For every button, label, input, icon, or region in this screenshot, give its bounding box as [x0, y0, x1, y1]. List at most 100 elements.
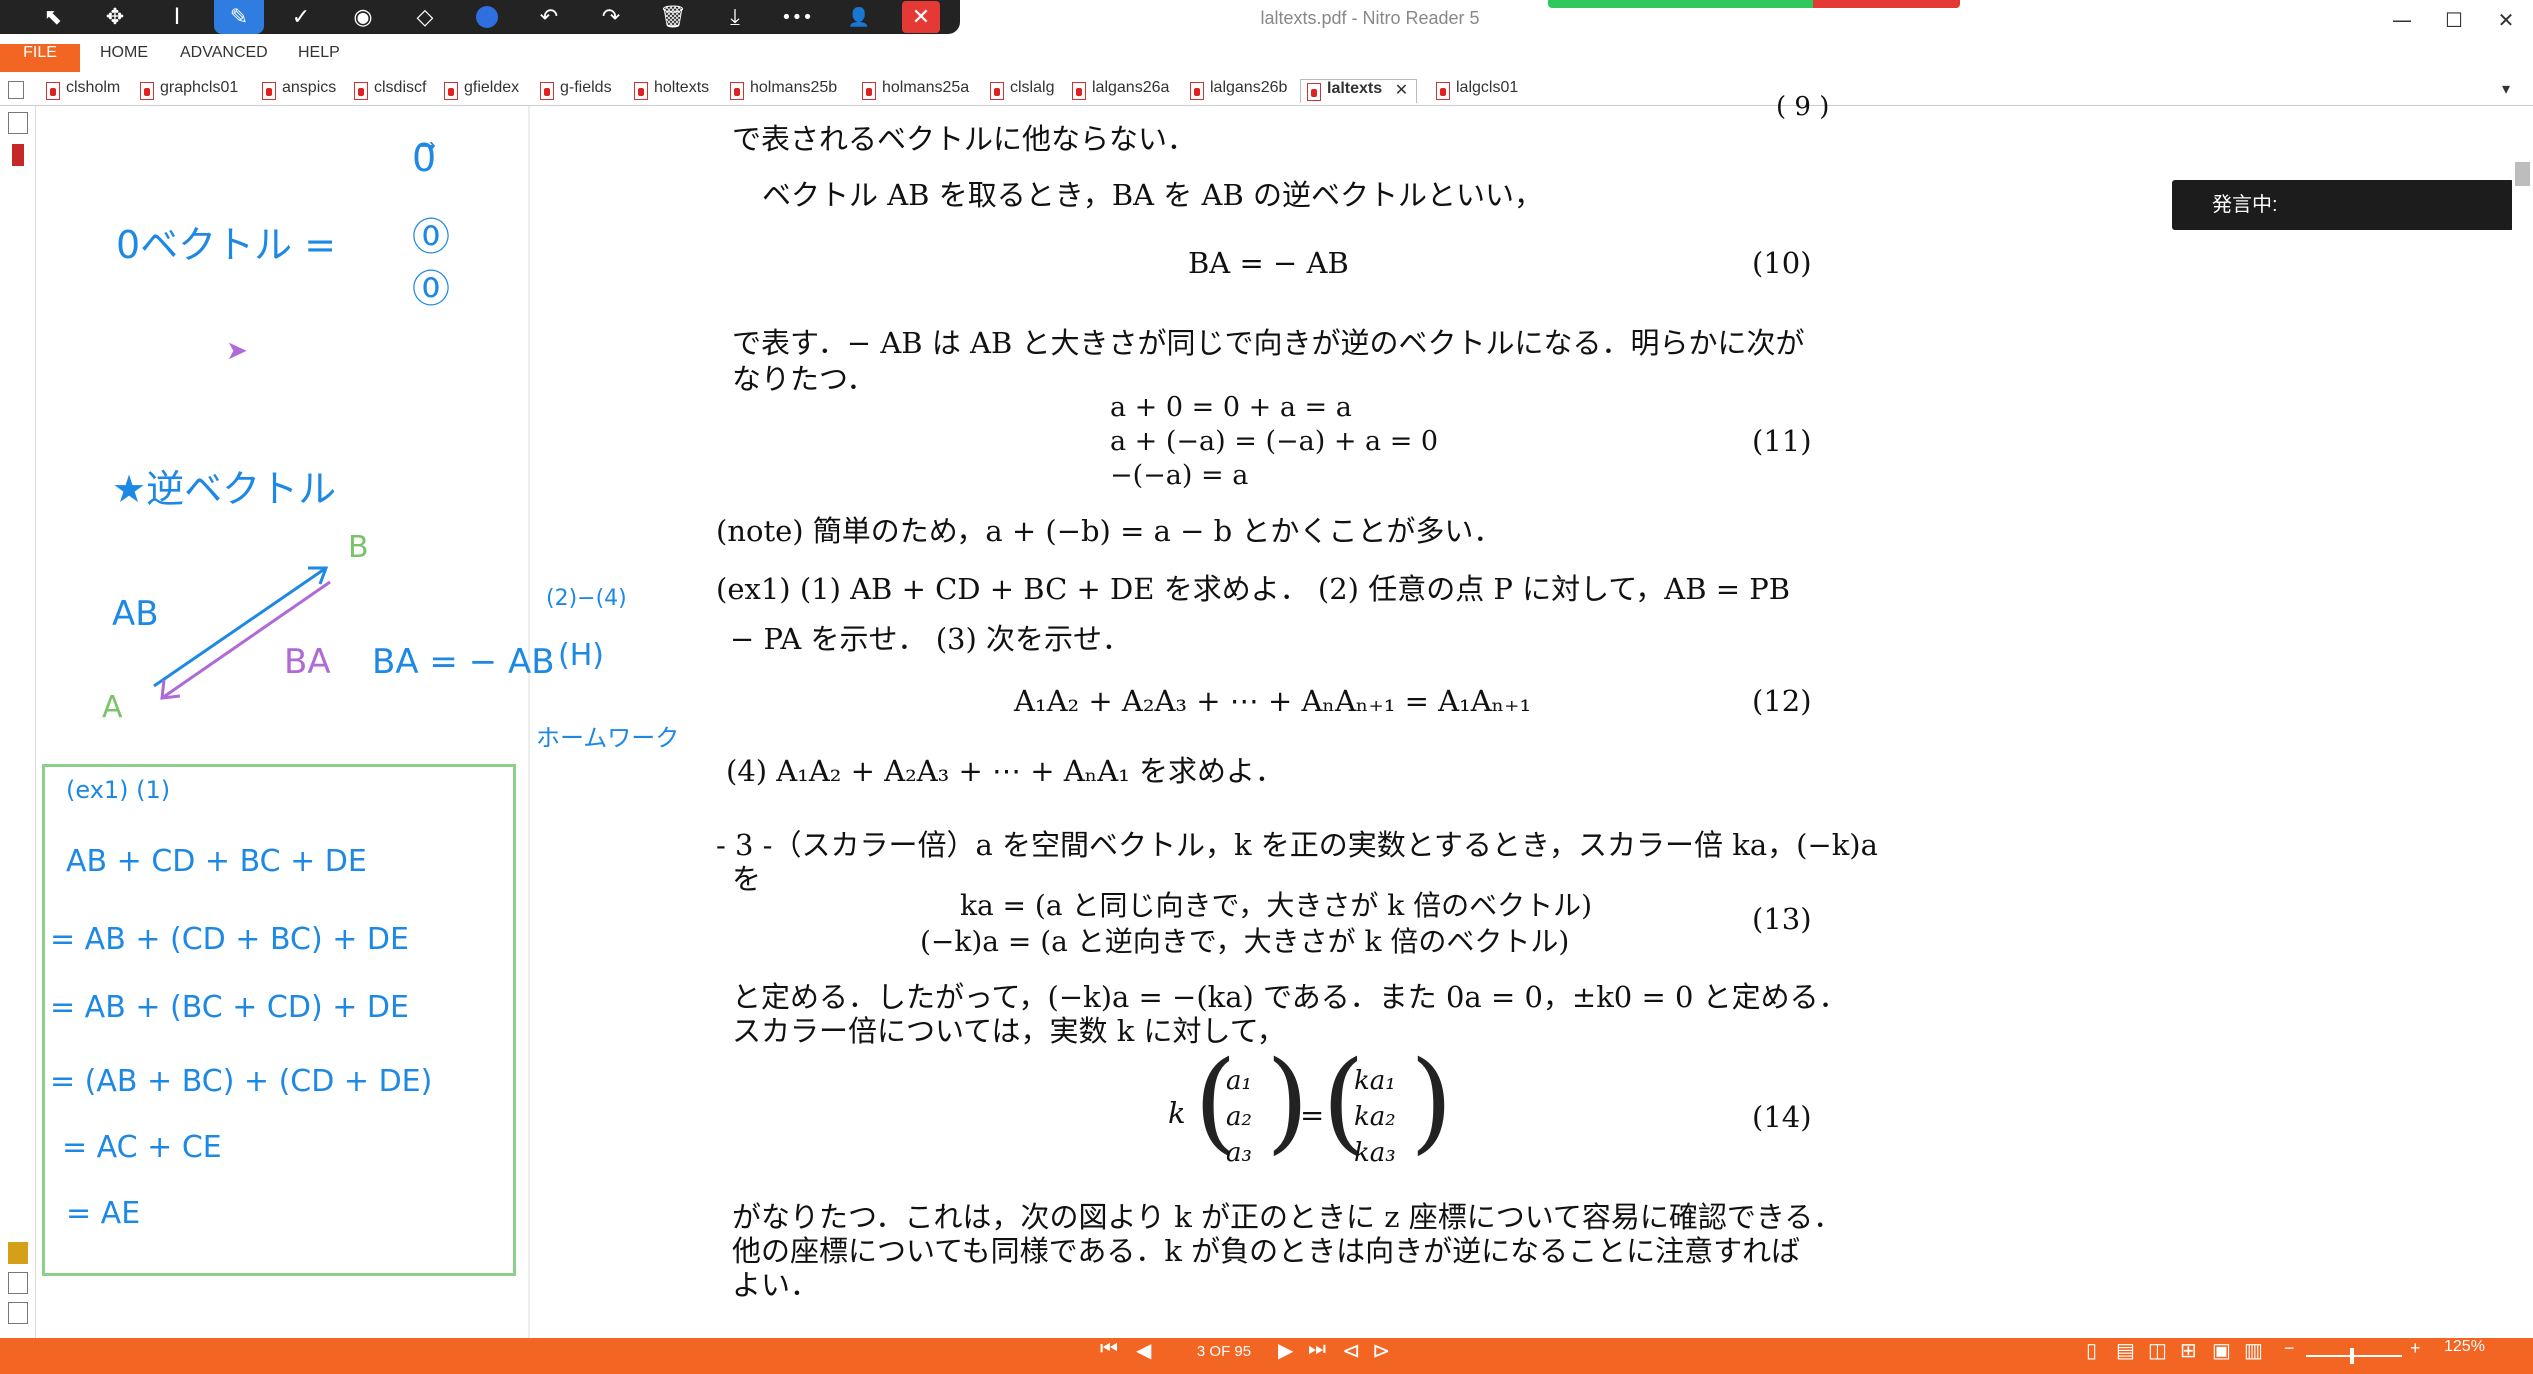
vertical-scrollbar[interactable]	[2512, 106, 2533, 1338]
status-bar: ⏮ ◀ 3 OF 95 ▶ ⏭ ⊲ ⊳ ▯ ▤ ◫ ⊞ ▣ ▥ − + 125%	[0, 1338, 2533, 1374]
spotlight-tool-icon[interactable]: ◉	[332, 0, 394, 34]
equation-number: (11)	[1752, 424, 1812, 458]
text-line: なりたつ．	[732, 362, 876, 396]
zoom-slider-thumb[interactable]	[2350, 1348, 2354, 1364]
equation-number: (13)	[1752, 902, 1812, 936]
left-panel-strip	[0, 106, 36, 1338]
tab-lalgcls01[interactable]: lalgcls01	[1430, 79, 1518, 103]
first-page-icon[interactable]: ⏮	[1100, 1338, 1118, 1374]
tab-clslalg[interactable]: clslalg	[984, 79, 1054, 103]
single-page-view-icon[interactable]: ▯	[2086, 1338, 2097, 1374]
move-tool-icon[interactable]: ✥	[84, 0, 146, 34]
tab-holtexts[interactable]: holtexts	[628, 79, 709, 103]
tab-label: lalgans26b	[1210, 79, 1288, 96]
pages-panel-icon[interactable]	[8, 112, 28, 134]
close-window-button[interactable]: ✕	[2480, 0, 2532, 40]
pdf-icon	[730, 82, 744, 100]
user-settings-icon[interactable]: 👤	[828, 0, 890, 34]
facing-view-icon[interactable]: ◫	[2148, 1338, 2167, 1374]
section-line: - 3 -（スカラー倍）a を空間ベクトル，k を正の実数とするとき，スカラー倍…	[716, 828, 1878, 862]
tab-label: clslalg	[1010, 79, 1055, 96]
pdf-icon	[140, 82, 154, 100]
equation-11-line: −(−a) = a	[1110, 460, 1249, 491]
menu-advanced[interactable]: ADVANCED	[180, 44, 268, 72]
facing-continuous-view-icon[interactable]: ⊞	[2180, 1338, 2197, 1374]
maximize-button[interactable]: ☐	[2428, 0, 2480, 40]
pdf-page: ( 9 ) で表されるベクトルに他ならない． ベクトル AB を取るとき，BA …	[530, 92, 2054, 1338]
output-panel-icon[interactable]	[8, 1302, 28, 1324]
equation-number: (12)	[1752, 684, 1812, 718]
tab-laltexts[interactable]: laltexts ✕	[1300, 79, 1418, 103]
tab-clsdiscf[interactable]: clsdiscf	[348, 79, 426, 103]
meeting-end-segment[interactable]	[1813, 0, 1960, 8]
exercise-line: − PA を示せ． (3) 次を示せ．	[730, 622, 1132, 656]
tab-lalgans26b[interactable]: lalgans26b	[1184, 79, 1287, 103]
back-view-icon[interactable]: ⊲	[1342, 1338, 1360, 1374]
fit-page-icon[interactable]: ▣	[2212, 1338, 2231, 1374]
equation-14-scalar: k	[1168, 1096, 1186, 1130]
pdf-icon	[1307, 83, 1321, 101]
pen-toolbar: ⬉ ✥ I ✎ ✓ ◉ ◇ ↶ ↷ 🗑 ⤓ ••• 👤 ✕	[0, 0, 960, 34]
tab-gfieldex[interactable]: gfieldex	[438, 79, 519, 103]
tab-label: anspics	[282, 79, 337, 96]
pen-tool-icon[interactable]: ✎	[214, 0, 264, 34]
fit-width-icon[interactable]: ▥	[2244, 1338, 2263, 1374]
comments-panel-icon[interactable]	[8, 1242, 28, 1264]
close-pen-toolbar-icon[interactable]: ✕	[902, 1, 940, 33]
text-line: ベクトル AB を取るとき，BA を AB の逆ベクトルといい，	[762, 178, 1543, 212]
menu-help[interactable]: HELP	[298, 44, 340, 72]
speaking-indicator: 発言中:	[2172, 180, 2514, 230]
tab-label: holmans25a	[882, 79, 970, 96]
tab-holmans25b[interactable]: holmans25b	[724, 79, 837, 103]
zoom-out-button[interactable]: −	[2284, 1338, 2295, 1374]
forward-view-icon[interactable]: ⊳	[1372, 1338, 1390, 1374]
equation-number: (14)	[1752, 1100, 1812, 1134]
prev-page-icon[interactable]: ◀	[1136, 1338, 1151, 1374]
pdf-icon	[990, 82, 1004, 100]
zoom-level[interactable]: 125%	[2444, 1338, 2485, 1374]
color-picker-icon[interactable]	[456, 0, 518, 34]
tab-lalgans26a[interactable]: lalgans26a	[1066, 79, 1169, 103]
check-tool-icon[interactable]: ✓	[270, 0, 332, 34]
undo-icon[interactable]: ↶	[518, 0, 580, 34]
trash-icon[interactable]: 🗑	[642, 0, 704, 34]
text-cursor-tool-icon[interactable]: I	[146, 0, 208, 34]
tab-clsholm[interactable]: clsholm	[40, 79, 120, 103]
doc-list-icon[interactable]	[8, 81, 24, 99]
tab-list-dropdown-icon[interactable]: ▾	[2502, 79, 2510, 103]
tab-holmans25a[interactable]: holmans25a	[856, 79, 969, 103]
pdf-icon	[46, 82, 60, 100]
pdf-icon	[862, 82, 876, 100]
pointer-tool-icon[interactable]: ⬉	[22, 0, 84, 34]
tab-close-icon[interactable]: ✕	[1395, 80, 1408, 100]
tab-label: holtexts	[654, 79, 710, 96]
equation-14-equals: =	[1300, 1098, 1325, 1132]
bookmarks-panel-icon[interactable]	[12, 144, 24, 166]
matrix-entry: ka₁	[1354, 1066, 1396, 1096]
menu-home[interactable]: HOME	[100, 44, 148, 72]
zoom-slider[interactable]	[2306, 1355, 2402, 1357]
zoom-in-button[interactable]: +	[2410, 1338, 2421, 1374]
attachments-panel-icon[interactable]	[8, 1272, 28, 1294]
scroll-thumb[interactable]	[2515, 162, 2530, 186]
tab-anspics[interactable]: anspics	[256, 79, 336, 103]
redo-icon[interactable]: ↷	[580, 0, 642, 34]
tab-graphcls01[interactable]: graphcls01	[134, 79, 238, 103]
tab-label: graphcls01	[160, 79, 239, 96]
last-page-icon[interactable]: ⏭	[1308, 1338, 1326, 1374]
tab-g-fields[interactable]: g-fields	[534, 79, 612, 103]
pdf-icon	[1436, 82, 1450, 100]
minimize-button[interactable]: —	[2376, 0, 2428, 40]
pdf-icon	[1072, 82, 1086, 100]
next-page-icon[interactable]: ▶	[1278, 1338, 1293, 1374]
page-indicator[interactable]: 3 OF 95	[1174, 1343, 1274, 1369]
partial-number: ( 9 )	[1776, 92, 1830, 122]
more-options-icon[interactable]: •••	[766, 0, 828, 34]
download-icon[interactable]: ⤓	[704, 0, 766, 34]
menu-file[interactable]: FILE	[0, 44, 80, 72]
tab-label: laltexts	[1327, 80, 1383, 97]
eraser-tool-icon[interactable]: ◇	[394, 0, 456, 34]
note-line: (note) 簡単のため，a + (−b) = a − b とかくことが多い．	[716, 514, 1503, 548]
continuous-view-icon[interactable]: ▤	[2116, 1338, 2135, 1374]
tab-label: gfieldex	[464, 79, 520, 96]
